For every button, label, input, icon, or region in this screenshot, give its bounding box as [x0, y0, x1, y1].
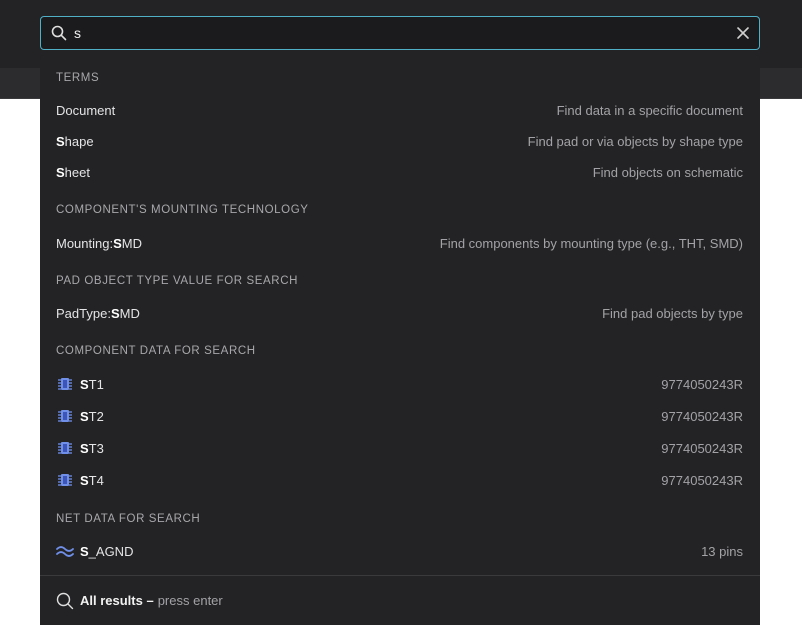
result-description: Find components by mounting type (e.g., …	[439, 235, 743, 251]
result-row-component-st4[interactable]: ST4 9774050243R	[40, 466, 760, 494]
result-description: Find data in a specific document	[556, 102, 743, 118]
search-box[interactable]	[40, 16, 760, 50]
result-row-shape[interactable]: Shape Find pad or via objects by shape t…	[40, 127, 760, 155]
result-name: Document	[56, 102, 116, 118]
section-header-nets: NET DATA FOR SEARCH	[56, 513, 201, 525]
result-description: 9774050243R	[661, 472, 743, 488]
result-description: 9774050243R	[661, 440, 743, 456]
result-row-padtype-smd[interactable]: PadType:SMD Find pad objects by type	[40, 299, 760, 327]
result-description: Find pad objects by type	[602, 305, 743, 321]
result-name: ST3	[80, 440, 104, 456]
chip-icon	[58, 378, 72, 390]
result-row-sheet[interactable]: Sheet Find objects on schematic	[40, 158, 760, 186]
result-row-component-st1[interactable]: ST1 9774050243R	[40, 370, 760, 398]
result-row-component-st3[interactable]: ST3 9774050243R	[40, 434, 760, 462]
chip-icon	[58, 442, 72, 454]
result-name: Shape	[56, 133, 94, 149]
section-header-padtype: PAD OBJECT TYPE VALUE FOR SEARCH	[56, 275, 299, 287]
result-name: Sheet	[56, 164, 90, 180]
result-name: S_AGND	[80, 543, 134, 559]
search-input[interactable]	[74, 17, 724, 49]
result-description: Find objects on schematic	[592, 164, 743, 180]
section-header-terms: TERMS	[56, 72, 100, 84]
result-name: Mounting:SMD	[56, 235, 142, 251]
result-description: 9774050243R	[661, 376, 743, 392]
result-name: ST2	[80, 408, 104, 424]
section-header-components: COMPONENT DATA FOR SEARCH	[56, 345, 256, 357]
result-name: ST1	[80, 376, 104, 392]
result-name: PadType:SMD	[56, 305, 140, 321]
section-header-mounting: COMPONENT'S MOUNTING TECHNOLOGY	[56, 204, 309, 216]
result-row-document[interactable]: Document Find data in a specific documen…	[40, 96, 760, 124]
chip-icon	[58, 410, 72, 422]
all-results-hint: press enter	[157, 593, 223, 608]
close-icon[interactable]	[736, 26, 750, 40]
result-row-mounting-smd[interactable]: Mounting:SMD Find components by mounting…	[40, 229, 760, 257]
result-description: 13 pins	[701, 543, 743, 559]
search-icon	[51, 25, 67, 41]
search-icon	[56, 592, 74, 609]
search-results-dropdown: TERMS Document Find data in a specific d…	[40, 55, 760, 625]
result-name: ST4	[80, 472, 104, 488]
result-row-net-s-agnd[interactable]: S_AGND 13 pins	[40, 537, 760, 565]
result-row-component-st2[interactable]: ST2 9774050243R	[40, 402, 760, 430]
net-icon	[56, 546, 74, 557]
chip-icon	[58, 474, 72, 486]
all-results-label: All results –	[80, 593, 154, 608]
result-description: 9774050243R	[661, 408, 743, 424]
all-results-button[interactable]: All results – press enter	[40, 575, 760, 625]
result-description: Find pad or via objects by shape type	[527, 133, 743, 149]
